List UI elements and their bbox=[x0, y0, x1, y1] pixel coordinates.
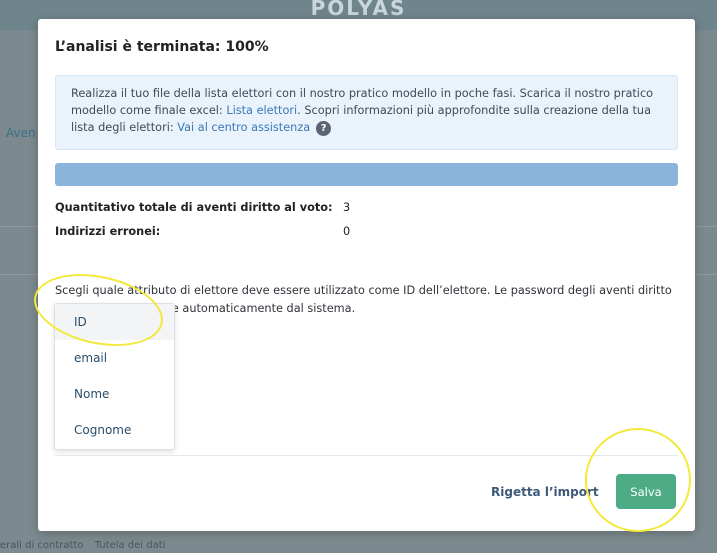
help-icon[interactable]: ? bbox=[316, 120, 332, 136]
info-box: Realizza il tuo file della lista elettor… bbox=[55, 75, 678, 150]
voter-id-attribute-dropdown[interactable]: ID email Nome Cognome bbox=[54, 303, 175, 450]
modal-footer-divider bbox=[55, 455, 678, 456]
total-voters-label: Quantitativo totale di aventi diritto al… bbox=[55, 201, 333, 214]
background-footer: erali di contratto Tutela dei dati bbox=[0, 540, 173, 551]
analysis-progress-bar bbox=[55, 163, 678, 186]
background-divider bbox=[695, 274, 717, 275]
wrong-addresses-value: 0 bbox=[343, 225, 351, 238]
import-result-modal: L’analisi è terminata: 100% Realizza il … bbox=[38, 19, 695, 531]
dropdown-option-cognome[interactable]: Cognome bbox=[55, 412, 174, 448]
footer-link-contract: erali di contratto bbox=[0, 540, 84, 551]
dropdown-option-email[interactable]: email bbox=[55, 340, 174, 376]
footer-link-privacy: Tutela dei dati bbox=[94, 540, 166, 551]
background-divider bbox=[0, 226, 38, 227]
save-button[interactable]: Salva bbox=[616, 474, 676, 509]
total-voters-value: 3 bbox=[343, 201, 351, 214]
modal-title: L’analisi è terminata: 100% bbox=[55, 39, 269, 55]
progress-bar-fill bbox=[55, 163, 678, 186]
reject-import-button[interactable]: Rigetta l’import bbox=[491, 485, 599, 499]
background-divider bbox=[0, 274, 38, 275]
background-title: POLYAS bbox=[310, 0, 407, 20]
help-center-link[interactable]: Vai al centro assistenza bbox=[177, 121, 310, 134]
voter-list-template-link[interactable]: Lista elettori bbox=[226, 104, 297, 117]
dropdown-option-id[interactable]: ID bbox=[55, 304, 174, 340]
dropdown-option-nome[interactable]: Nome bbox=[55, 376, 174, 412]
background-divider bbox=[695, 226, 717, 227]
wrong-addresses-label: Indirizzi erronei: bbox=[55, 225, 161, 238]
background-tab-aventi: Aven bbox=[6, 126, 36, 140]
